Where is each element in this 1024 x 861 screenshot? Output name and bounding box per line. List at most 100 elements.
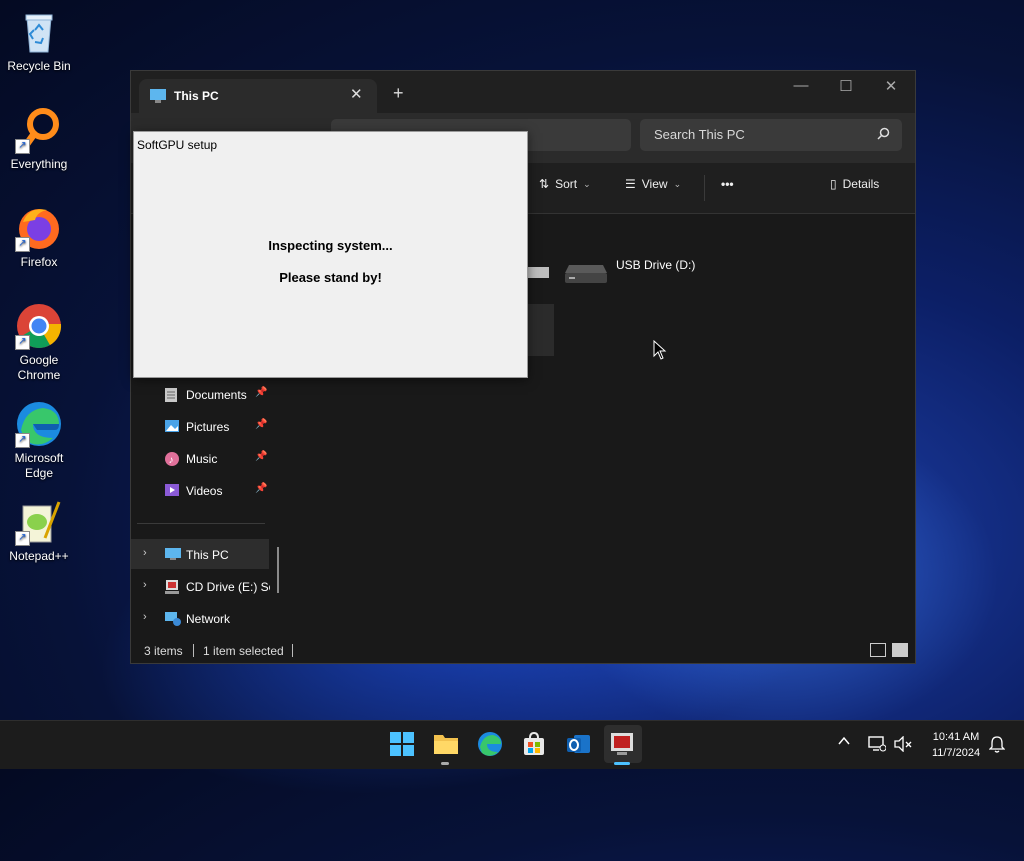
sidebar-item-network[interactable]: › Network bbox=[131, 603, 269, 633]
desktop-icon-label: Firefox bbox=[20, 255, 58, 269]
sort-icon: ⇅ bbox=[539, 177, 550, 191]
status-bar: 3 items 1 item selected bbox=[131, 639, 915, 663]
desktop-icon-edge[interactable]: ↗ Microsoft Edge bbox=[2, 400, 76, 481]
sidebar-scrollbar[interactable] bbox=[277, 547, 279, 593]
title-bar: This PC ✕ + — ☐ ✕ bbox=[131, 71, 915, 113]
pin-icon: 📌 bbox=[255, 483, 268, 494]
desktop-icon-label: Everything bbox=[10, 157, 68, 171]
network-icon bbox=[164, 611, 182, 630]
shortcut-arrow-icon: ↗ bbox=[15, 433, 30, 448]
notepadpp-icon: ↗ bbox=[15, 498, 63, 546]
shortcut-arrow-icon: ↗ bbox=[15, 139, 30, 154]
clock-time: 10:41 AM bbox=[932, 731, 980, 743]
close-tab-icon[interactable]: ✕ bbox=[350, 85, 363, 103]
outlook-taskbar-icon[interactable] bbox=[565, 731, 593, 759]
clock-date: 11/7/2024 bbox=[931, 747, 981, 759]
more-options-button[interactable]: ••• bbox=[721, 177, 734, 191]
start-button[interactable] bbox=[389, 731, 417, 759]
running-indicator bbox=[441, 762, 449, 765]
sort-button[interactable]: ⇅ Sort ⌄ bbox=[539, 177, 591, 191]
view-button[interactable]: ☰ View ⌄ bbox=[625, 177, 681, 191]
sidebar-item-label: CD Drive (E:) Sof bbox=[186, 580, 270, 594]
mouse-cursor-icon bbox=[653, 339, 667, 363]
expand-chevron-icon[interactable]: › bbox=[143, 547, 147, 559]
sidebar-item-pictures[interactable]: Pictures 📌 bbox=[131, 411, 269, 441]
status-divider bbox=[292, 644, 293, 657]
shortcut-arrow-icon: ↗ bbox=[15, 237, 30, 252]
edge-taskbar-icon[interactable] bbox=[477, 731, 505, 759]
desktop-icon-firefox[interactable]: ↗ Firefox bbox=[2, 204, 76, 270]
desktop-icon-notepadpp[interactable]: ↗ Notepad++ bbox=[2, 498, 76, 564]
this-pc-icon bbox=[164, 547, 182, 564]
shortcut-arrow-icon: ↗ bbox=[15, 335, 30, 350]
minimize-icon[interactable]: — bbox=[786, 77, 816, 94]
notification-bell-icon[interactable] bbox=[988, 735, 1006, 756]
dialog-message-standby: Please stand by! bbox=[279, 270, 382, 285]
svg-text:♪: ♪ bbox=[169, 455, 174, 466]
sidebar-item-label: This PC bbox=[186, 548, 229, 562]
expand-chevron-icon[interactable]: › bbox=[143, 579, 147, 591]
pin-icon: 📌 bbox=[255, 451, 268, 462]
new-tab-icon[interactable]: + bbox=[393, 84, 404, 102]
desktop-icon-chrome[interactable]: ↗ Google Chrome bbox=[2, 302, 76, 383]
sort-label: Sort bbox=[555, 177, 578, 191]
desktop-icon-label: Microsoft Edge bbox=[14, 451, 64, 480]
chevron-down-icon: ⌄ bbox=[673, 178, 682, 189]
documents-icon bbox=[164, 387, 178, 406]
view-label: View bbox=[641, 177, 668, 191]
this-pc-icon bbox=[149, 88, 167, 107]
search-icon bbox=[877, 127, 890, 143]
videos-icon bbox=[164, 483, 180, 500]
details-label: Details bbox=[842, 177, 880, 191]
search-box[interactable]: Search This PC bbox=[640, 119, 902, 151]
desktop-icon-everything[interactable]: ↗ Everything bbox=[2, 106, 76, 172]
desktop-icon-label: Google Chrome bbox=[17, 353, 61, 382]
file-explorer-taskbar-icon[interactable] bbox=[432, 731, 460, 759]
system-clock[interactable]: 10:41 AM 11/7/2024 bbox=[916, 729, 996, 761]
expand-chevron-icon[interactable]: › bbox=[143, 611, 147, 623]
active-indicator bbox=[614, 762, 630, 765]
firefox-icon: ↗ bbox=[15, 204, 63, 252]
details-button[interactable]: ▯ Details bbox=[830, 177, 879, 191]
softgpu-setup-dialog: SoftGPU setup Inspecting system... Pleas… bbox=[133, 131, 528, 378]
cd-drive-icon bbox=[164, 579, 180, 598]
close-window-icon[interactable]: ✕ bbox=[876, 77, 906, 95]
desktop-icon-label: Notepad++ bbox=[9, 549, 69, 563]
sidebar-item-this-pc[interactable]: › This PC bbox=[131, 539, 269, 569]
store-taskbar-icon[interactable] bbox=[521, 731, 549, 759]
details-view-icon[interactable] bbox=[870, 643, 886, 657]
drive-tile-background bbox=[527, 304, 554, 356]
chevron-down-icon: ⌄ bbox=[583, 178, 591, 189]
softgpu-taskbar-icon[interactable] bbox=[609, 731, 637, 759]
tiles-view-icon[interactable] bbox=[892, 643, 908, 657]
pin-icon: 📌 bbox=[255, 387, 268, 398]
item-count: 3 items bbox=[144, 644, 183, 658]
shortcut-arrow-icon: ↗ bbox=[15, 531, 30, 546]
pin-icon: 📌 bbox=[255, 419, 268, 430]
pictures-icon bbox=[164, 419, 180, 436]
tab-title: This PC bbox=[174, 89, 219, 103]
usb-drive-icon bbox=[565, 259, 607, 285]
more-icon: ••• bbox=[721, 177, 734, 191]
network-tray-icon[interactable] bbox=[868, 736, 887, 755]
volume-muted-icon[interactable] bbox=[894, 735, 912, 755]
maximize-icon[interactable]: ☐ bbox=[831, 77, 861, 95]
sidebar-item-cd-drive[interactable]: › CD Drive (E:) Sof bbox=[131, 571, 270, 601]
everything-search-icon: ↗ bbox=[15, 106, 63, 154]
dialog-message-inspecting: Inspecting system... bbox=[268, 238, 393, 253]
search-input[interactable]: Search This PC bbox=[654, 127, 745, 142]
show-hidden-icons-chevron-icon[interactable] bbox=[838, 735, 850, 750]
status-divider bbox=[193, 644, 194, 657]
chrome-icon: ↗ bbox=[15, 302, 63, 350]
tab-this-pc[interactable]: This PC ✕ bbox=[139, 79, 377, 113]
sidebar-item-label: Network bbox=[186, 612, 231, 626]
selection-count: 1 item selected bbox=[203, 644, 284, 658]
usb-drive-label[interactable]: USB Drive (D:) bbox=[616, 258, 695, 272]
desktop-icon-recycle-bin[interactable]: Recycle Bin bbox=[2, 8, 76, 74]
details-pane-icon: ▯ bbox=[830, 177, 837, 191]
sidebar-item-documents[interactable]: Documents 📌 bbox=[131, 379, 269, 409]
sidebar-item-videos[interactable]: Videos 📌 bbox=[131, 475, 269, 505]
sidebar-item-music[interactable]: ♪ Music 📌 bbox=[131, 443, 269, 473]
toolbar-divider bbox=[704, 175, 705, 201]
edge-icon: ↗ bbox=[15, 400, 63, 448]
